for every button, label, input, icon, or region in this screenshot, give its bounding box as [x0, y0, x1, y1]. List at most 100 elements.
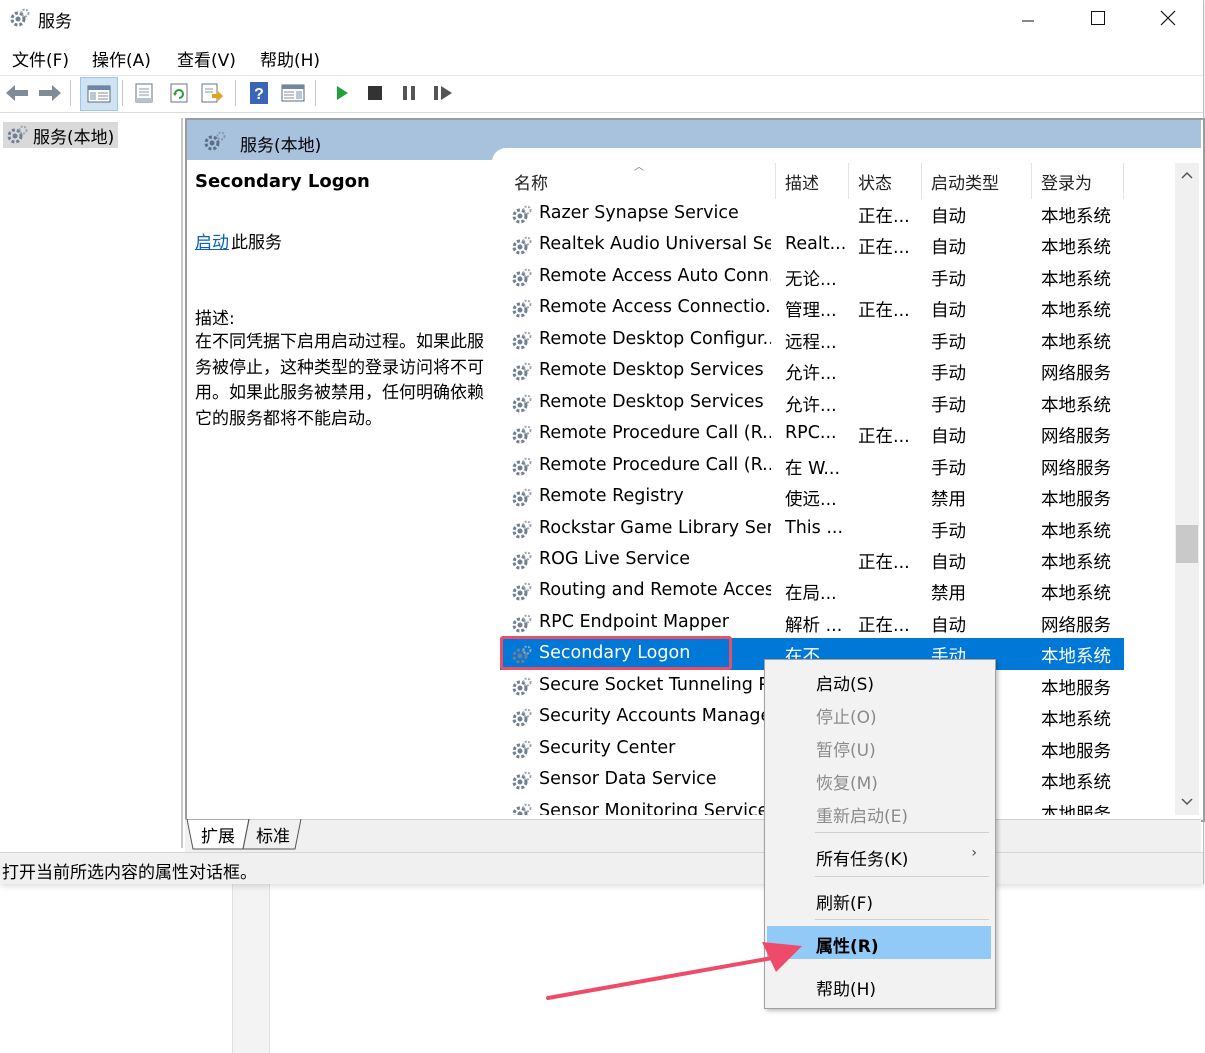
- cell-startup-type: 禁用: [931, 584, 966, 605]
- cell-log-on-as: 本地系统: [1041, 552, 1111, 573]
- service-gear-icon: [511, 707, 532, 727]
- cell-log-on-as: 本地服务: [1041, 804, 1111, 815]
- ctx-start-menu-item[interactable]: 启动(S): [767, 664, 991, 697]
- cell-log-on-as: 本地系统: [1041, 238, 1111, 259]
- table-row[interactable]: Razer Synapse Service 正在... 自动 本地系统: [500, 198, 1124, 229]
- toolbar-separator: [315, 80, 316, 106]
- properties-icon[interactable]: [130, 79, 158, 107]
- cell-name: Security Center: [539, 737, 676, 758]
- column-header-log-on-as[interactable]: 登录为: [1041, 169, 1092, 194]
- cell-status: 正在...: [858, 238, 910, 259]
- pause-icon[interactable]: [395, 79, 423, 107]
- cell-log-on-as: 本地系统: [1041, 207, 1111, 227]
- table-row[interactable]: Remote Procedure Call (R... RPC... 正在... 自动…: [500, 418, 1124, 449]
- column-separator[interactable]: [1123, 163, 1124, 199]
- table-row[interactable]: Remote Desktop Services ... 允许... 手动 本地系统: [500, 387, 1124, 418]
- play-icon[interactable]: [328, 79, 356, 107]
- table-row[interactable]: Remote Access Connectio... 管理... 正在... 自动 本地…: [500, 292, 1124, 323]
- table-row[interactable]: Remote Registry 使远... 禁用 本地服务: [500, 481, 1124, 512]
- context-menu-separator: [815, 832, 989, 833]
- table-row[interactable]: Remote Access Auto Conn... 无论... 手动 本地系统: [500, 261, 1124, 292]
- table-row[interactable]: Rockstar Game Library Ser... This ... 手动 本地…: [500, 513, 1124, 544]
- context-menu-label: 所有任务(K): [816, 850, 909, 870]
- scrollbar-thumb[interactable]: [1176, 525, 1198, 563]
- context-menu-label: 启动(S): [816, 675, 875, 695]
- ctx-resume-menu-item[interactable]: 恢复(M): [767, 763, 991, 796]
- column-header-startup-type[interactable]: 启动类型: [931, 169, 999, 194]
- vertical-scrollbar[interactable]: [1175, 163, 1199, 815]
- service-gear-icon: [511, 204, 532, 224]
- service-gear-icon: [511, 267, 532, 287]
- header-notch: [492, 148, 1201, 162]
- ctx-all-tasks-menu-item[interactable]: 所有任务(K) ›: [767, 839, 991, 872]
- back-arrow-icon[interactable]: [3, 79, 31, 107]
- background-window-edge: [232, 884, 270, 1053]
- start-service-link[interactable]: 启动: [195, 228, 229, 253]
- ctx-refresh-menu-item[interactable]: 刷新(F): [767, 883, 991, 916]
- cell-startup-type: 手动: [931, 269, 966, 290]
- service-gear-icon: [511, 361, 532, 381]
- services-gear-icon: [9, 7, 31, 29]
- service-gear-icon: [511, 487, 532, 507]
- column-separator[interactable]: [1031, 163, 1032, 199]
- cell-name: Remote Desktop Services ...: [539, 391, 771, 412]
- ctx-pause-menu-item[interactable]: 暂停(U): [767, 730, 991, 763]
- tree-item-services-local[interactable]: 服务(本地): [3, 122, 119, 148]
- cell-startup-type: 自动: [931, 207, 966, 227]
- context-menu-separator: [815, 876, 989, 877]
- stop-icon[interactable]: [361, 79, 389, 107]
- refresh-icon[interactable]: [165, 79, 193, 107]
- cell-name: Remote Procedure Call (R...: [539, 423, 771, 444]
- menu-file[interactable]: 文件(F): [12, 46, 69, 71]
- cell-log-on-as: 网络服务: [1041, 458, 1111, 479]
- description-text: 在不同凭据下启用启动过程。如果此服务被停止，这种类型的登录访问将不可用。如果此服…: [195, 332, 484, 429]
- view-tabs-bar: [185, 819, 1201, 852]
- restart-icon[interactable]: [430, 79, 458, 107]
- table-row[interactable]: Routing and Remote Access 在局... 禁用 本地系统: [500, 575, 1124, 606]
- ctx-stop-menu-item[interactable]: 停止(O): [767, 697, 991, 730]
- maximize-icon[interactable]: [1063, 0, 1133, 36]
- service-gear-icon: [511, 739, 532, 759]
- table-row[interactable]: Remote Procedure Call (R... 在 W... 手动 网络服务: [500, 450, 1124, 481]
- ctx-restart-menu-item[interactable]: 重新启动(E): [767, 796, 991, 829]
- cell-startup-type: 禁用: [931, 490, 966, 511]
- cell-name: Remote Registry: [539, 486, 684, 507]
- service-gear-icon: [511, 235, 532, 255]
- column-separator[interactable]: [775, 163, 776, 199]
- console-tree-icon[interactable]: [80, 77, 118, 111]
- tab-extended[interactable]: 扩展: [193, 820, 243, 848]
- service-gear-icon: [511, 676, 532, 696]
- forward-arrow-icon[interactable]: [36, 79, 64, 107]
- table-row[interactable]: Remote Desktop Configur... 远程... 手动 本地系统: [500, 324, 1124, 355]
- scroll-down-icon[interactable]: [1175, 790, 1199, 814]
- column-header-description[interactable]: 描述: [785, 169, 819, 194]
- menu-help[interactable]: 帮助(H): [260, 46, 320, 71]
- table-row[interactable]: Remote Desktop Services 允许... 手动 网络服务: [500, 355, 1124, 386]
- action-pane-icon[interactable]: [279, 79, 307, 107]
- table-row[interactable]: ROG Live Service 正在... 自动 本地系统: [500, 544, 1124, 575]
- toolbar-separator: [70, 80, 71, 106]
- column-separator[interactable]: [848, 163, 849, 199]
- scroll-up-icon[interactable]: [1175, 163, 1199, 187]
- close-icon[interactable]: [1133, 0, 1203, 36]
- minimize-icon[interactable]: [993, 0, 1063, 36]
- service-gear-icon: [511, 393, 532, 413]
- service-gear-icon: [511, 581, 532, 601]
- selected-service-name: Secondary Logon: [195, 171, 370, 192]
- column-header-status[interactable]: 状态: [858, 169, 892, 194]
- help-icon[interactable]: ?: [245, 79, 273, 107]
- column-separator[interactable]: [921, 163, 922, 199]
- service-gear-icon: [511, 613, 532, 633]
- export-list-icon[interactable]: [198, 79, 226, 107]
- column-header-name[interactable]: 名称: [514, 169, 548, 194]
- service-gear-icon: [511, 519, 532, 539]
- cell-name: RPC Endpoint Mapper: [539, 611, 729, 632]
- tab-standard[interactable]: 标准: [247, 820, 299, 848]
- table-row[interactable]: Realtek Audio Universal Se... Realt... 正在.…: [500, 229, 1124, 260]
- cell-name: Sensor Monitoring Service: [539, 800, 769, 815]
- cell-description: 无论...: [785, 269, 837, 290]
- table-row[interactable]: RPC Endpoint Mapper 解析 ... 正在... 自动 网络服务: [500, 607, 1124, 638]
- menu-view[interactable]: 查看(V): [177, 46, 236, 71]
- cell-description: This ...: [785, 517, 844, 538]
- menu-action[interactable]: 操作(A): [92, 46, 151, 71]
